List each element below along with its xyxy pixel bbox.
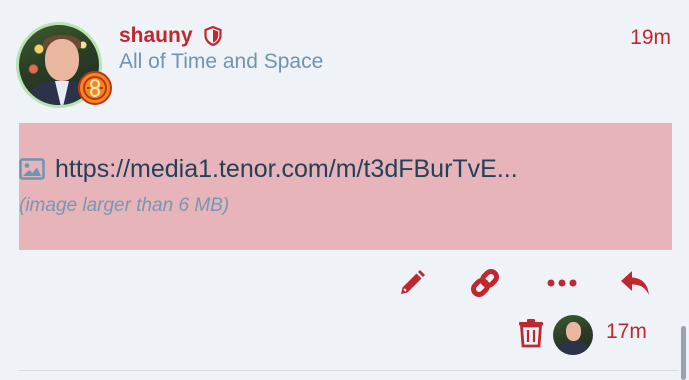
ellipsis-icon — [547, 279, 577, 287]
post-divider — [19, 370, 679, 371]
post: shauny All of Time and Space 19m https:/… — [0, 0, 689, 380]
more-actions-button[interactable] — [545, 266, 579, 300]
reply-button[interactable] — [618, 266, 652, 300]
shield-icon — [204, 26, 222, 46]
trash-icon[interactable] — [517, 318, 545, 348]
reply-icon — [621, 271, 649, 295]
image-onebox[interactable]: https://media1.tenor.com/m/t3dFBurTvE...… — [19, 123, 672, 250]
post-date[interactable]: 19m — [630, 24, 671, 52]
username[interactable]: shauny — [119, 22, 193, 50]
image-icon — [19, 158, 45, 180]
edit-date[interactable]: 17m — [606, 318, 647, 346]
image-size-note: (image larger than 6 MB) — [19, 195, 230, 216]
link-icon — [470, 268, 500, 298]
image-url-link[interactable]: https://media1.tenor.com/m/t3dFBurTvE... — [55, 153, 518, 185]
editor-avatar[interactable] — [553, 315, 593, 355]
pencil-icon — [401, 270, 425, 294]
seal-of-rassilon-flair-icon — [78, 71, 112, 105]
scrollbar[interactable] — [681, 326, 686, 380]
copy-link-button[interactable] — [468, 266, 502, 300]
edit-button[interactable] — [395, 266, 429, 300]
user-title: All of Time and Space — [119, 50, 324, 73]
user-avatar[interactable] — [16, 22, 112, 108]
